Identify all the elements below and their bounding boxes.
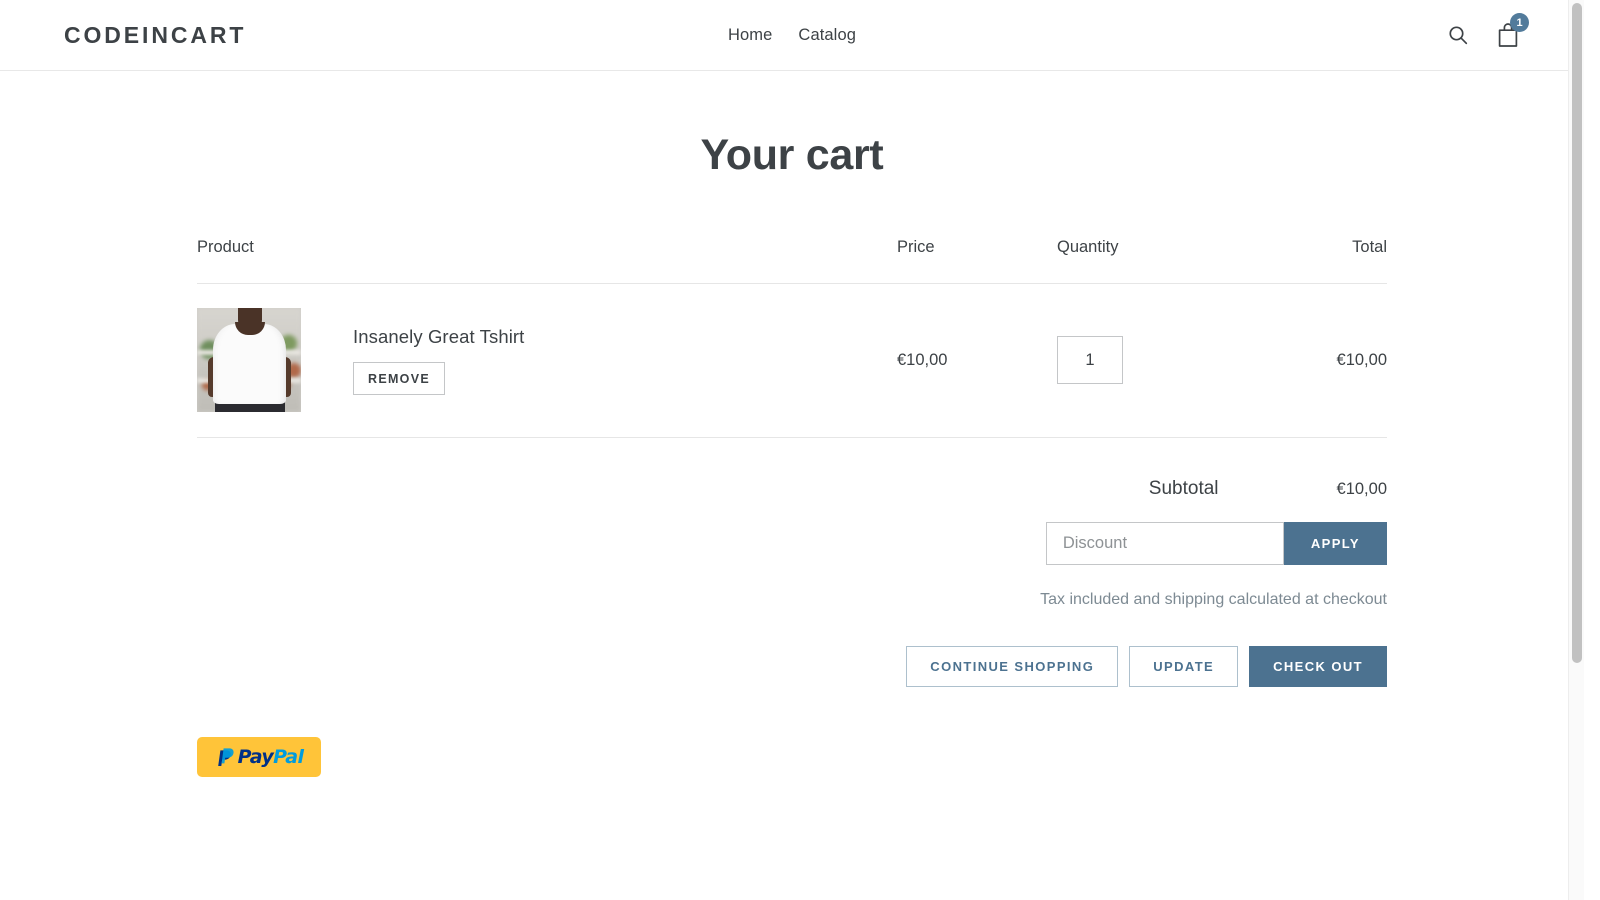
search-icon: [1446, 35, 1470, 50]
subtotal-value: €10,00: [1337, 480, 1387, 499]
cart-table-header: Product Price Quantity Total: [197, 238, 1387, 284]
subtotal-row: Subtotal €10,00: [197, 438, 1387, 500]
cart-action-buttons: CONTINUE SHOPPING UPDATE CHECK OUT: [197, 646, 1387, 687]
shopping-bag-icon: [1496, 36, 1520, 51]
quantity-cell: [1057, 336, 1227, 384]
remove-button[interactable]: REMOVE: [353, 362, 445, 395]
cart-button[interactable]: 1: [1496, 22, 1520, 48]
paypal-wordmark: PayPal: [238, 748, 304, 767]
subtotal-label: Subtotal: [1149, 478, 1219, 500]
continue-shopping-button[interactable]: CONTINUE SHOPPING: [906, 646, 1118, 687]
site-logo[interactable]: CODEINCART: [64, 22, 246, 49]
page-scrollbar[interactable]: [1568, 0, 1584, 900]
scrollbar-thumb[interactable]: [1572, 3, 1582, 663]
nav-item-catalog[interactable]: Catalog: [798, 26, 856, 45]
header-actions: 1: [1446, 22, 1520, 48]
cart-count-badge: 1: [1510, 13, 1529, 32]
paypal-checkout-button[interactable]: PayPal: [197, 737, 321, 777]
paypal-logo-icon: [215, 745, 234, 770]
thumbnail-white-shirt: [213, 324, 286, 404]
checkout-button[interactable]: CHECK OUT: [1249, 646, 1387, 687]
apply-discount-button[interactable]: APPLY: [1284, 522, 1387, 565]
update-cart-button[interactable]: UPDATE: [1129, 646, 1238, 687]
product-title[interactable]: Insanely Great Tshirt: [353, 326, 524, 348]
column-header-product: Product: [197, 238, 897, 257]
tax-shipping-note: Tax included and shipping calculated at …: [197, 591, 1387, 609]
cart-table: Product Price Quantity Total: [197, 238, 1387, 438]
search-button[interactable]: [1446, 23, 1470, 47]
paypal-pay-text: Pay: [238, 746, 274, 768]
column-header-price: Price: [897, 238, 1057, 257]
paypal-pal-text: Pal: [273, 746, 303, 768]
column-header-quantity: Quantity: [1057, 238, 1227, 257]
product-price: €10,00: [897, 351, 1057, 370]
cart-page: CODEINCART Home Catalog: [0, 0, 1584, 900]
product-thumbnail[interactable]: [197, 308, 301, 412]
cart-summary: Subtotal €10,00 APPLY Tax included and s…: [197, 438, 1387, 687]
quantity-input[interactable]: [1057, 336, 1123, 384]
site-header: CODEINCART Home Catalog: [0, 0, 1584, 71]
table-row: Insanely Great Tshirt REMOVE €10,00 €10,…: [197, 284, 1387, 438]
discount-input[interactable]: [1046, 522, 1284, 565]
discount-row: APPLY: [197, 522, 1387, 565]
product-info: Insanely Great Tshirt REMOVE: [353, 326, 524, 395]
product-line-total: €10,00: [1227, 351, 1387, 370]
express-checkout-area: PayPal: [197, 737, 1387, 777]
cart-item-product-cell: Insanely Great Tshirt REMOVE: [197, 308, 897, 412]
page-title: Your cart: [0, 131, 1584, 180]
nav-item-home[interactable]: Home: [728, 26, 772, 45]
column-header-total: Total: [1227, 238, 1387, 257]
